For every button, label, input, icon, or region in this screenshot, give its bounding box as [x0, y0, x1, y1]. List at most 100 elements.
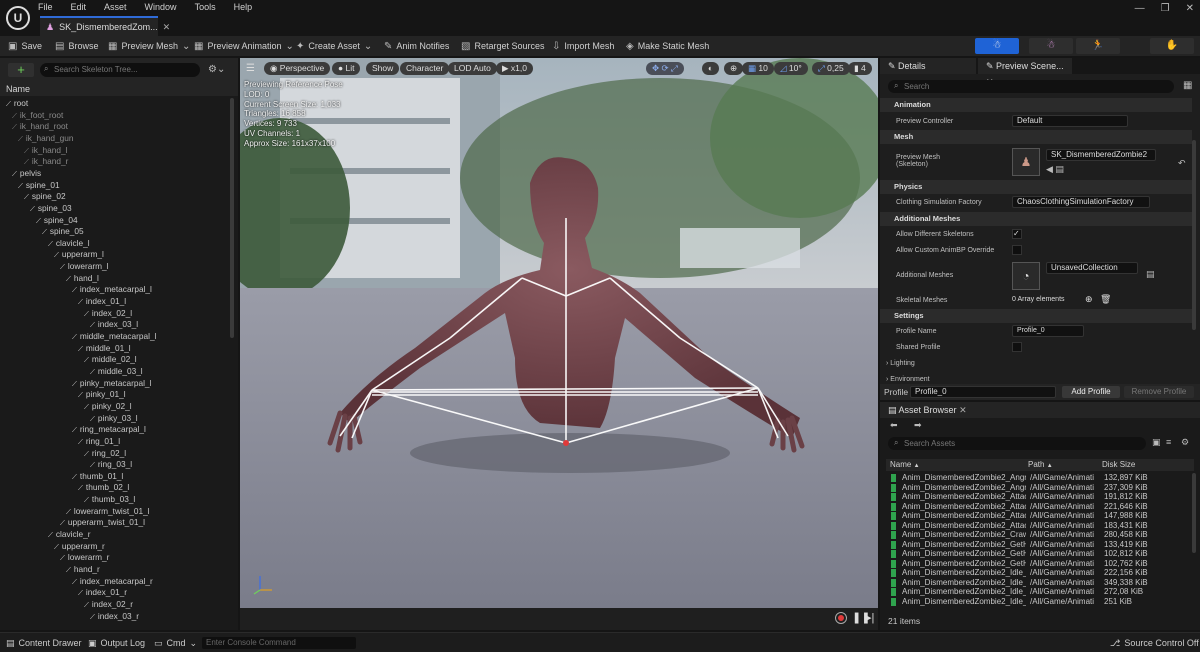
bone-row[interactable]: ⟋ pinky_01_l	[78, 389, 126, 401]
bone-row[interactable]: ⟋ index_01_r	[78, 587, 127, 599]
category-additional-meshes[interactable]: Additional Meshes	[880, 212, 1192, 226]
additional-meshes-combo[interactable]: UnsavedCollection	[1046, 262, 1138, 274]
playback-speed-button[interactable]: ▶ x1,0	[496, 62, 533, 75]
column-name[interactable]: Name ▲	[890, 459, 920, 472]
bone-row[interactable]: ⟋ clavicle_r	[48, 529, 91, 541]
save-button[interactable]: ▣ Save	[8, 36, 42, 56]
record-button[interactable]	[835, 612, 847, 624]
allow-custom-animbp-checkbox[interactable]	[1012, 245, 1022, 255]
category-physics[interactable]: Physics	[880, 180, 1192, 194]
menu-file[interactable]: File	[38, 2, 53, 12]
asset-row[interactable]: Anim_DismemberedZombie2_Angry/All/Game/A…	[888, 473, 1192, 483]
bone-row[interactable]: ⟋ middle_03_l	[90, 366, 143, 378]
viewport[interactable]: ☰ ◉ Perspective ● Lit Show Character LOD…	[240, 58, 878, 608]
bone-row[interactable]: ⟋ index_01_l	[78, 296, 126, 308]
bone-row[interactable]: ⟋ pinky_03_l	[90, 413, 138, 425]
character-button[interactable]: Character	[400, 62, 450, 75]
asset-row[interactable]: Anim_DismemberedZombie2_GetHit/All/Game/…	[888, 559, 1192, 569]
lighting-category[interactable]: › Lighting	[886, 360, 915, 367]
close-tab-icon[interactable]: ✕	[959, 405, 967, 415]
bone-row[interactable]: ⟋ ring_03_l	[90, 459, 132, 471]
category-mesh[interactable]: Mesh	[880, 130, 1192, 144]
forward-arrow-icon[interactable]: ➡	[914, 420, 922, 431]
bone-row[interactable]: ⟋ index_03_r	[90, 611, 139, 623]
cmd-button[interactable]: ▭ Cmd ⌄	[154, 633, 197, 652]
asset-row[interactable]: Anim_DismemberedZombie2_Attack/All/Game/…	[888, 511, 1192, 521]
category-animation[interactable]: Animation	[880, 98, 1192, 112]
browse-icon[interactable]: ▤	[1146, 269, 1155, 280]
bone-row[interactable]: ⟋ middle_02_l	[84, 354, 137, 366]
retarget-sources-button[interactable]: ▧ Retarget Sources	[461, 36, 545, 56]
bone-row[interactable]: ⟋ spine_05	[42, 226, 84, 238]
bone-row[interactable]: ⟋ root	[6, 98, 28, 110]
settings-gear-icon[interactable]: ⚙⌄	[208, 64, 225, 75]
mesh-mode-button[interactable]: ☃	[1029, 38, 1073, 54]
clothing-factory-combo[interactable]: ChaosClothingSimulationFactory	[1012, 196, 1150, 208]
bone-row[interactable]: ⟋ ik_hand_l	[24, 145, 67, 157]
output-log-button[interactable]: ▣ Output Log	[88, 633, 145, 652]
asset-row[interactable]: Anim_DismemberedZombie2_GetHit/All/Game/…	[888, 540, 1192, 550]
bone-row[interactable]: ⟋ upperarm_twist_01_l	[60, 517, 145, 529]
bone-row[interactable]: ⟋ hand_r	[66, 564, 100, 576]
bone-row[interactable]: ⟋ spine_02	[24, 191, 66, 203]
back-arrow-icon[interactable]: ⬅	[890, 420, 898, 431]
asset-search-input[interactable]: Search Assets	[888, 437, 1146, 450]
show-button[interactable]: Show	[366, 62, 400, 75]
bone-row[interactable]: ⟋ index_metacarpal_l	[72, 284, 152, 296]
remove-profile-button[interactable]: Remove Profile	[1124, 386, 1194, 398]
skeleton-mode-button[interactable]: ☃	[975, 38, 1019, 54]
bone-row[interactable]: ⟋ ik_hand_gun	[18, 133, 73, 145]
skip-forward-icon[interactable]: ▸|	[866, 611, 874, 624]
asset-row[interactable]: Anim_DismemberedZombie2_Idle_ /All/Game/A…	[888, 587, 1192, 597]
bone-row[interactable]: ⟋ thumb_03_l	[84, 494, 135, 506]
column-disk-size[interactable]: Disk Size	[1102, 459, 1135, 471]
column-header-name[interactable]: Name	[0, 82, 238, 96]
create-asset-button[interactable]: ✦ Create Asset ⌄	[296, 36, 372, 56]
bone-row[interactable]: ⟋ ik_hand_root	[12, 121, 68, 133]
add-element-icon[interactable]: ⊕	[1085, 294, 1093, 305]
use-selected-icon[interactable]: ◀ ▤	[1046, 164, 1064, 175]
bone-row[interactable]: ⟋ ik_hand_r	[24, 156, 68, 168]
table-view-icon[interactable]: ▦	[1183, 80, 1192, 91]
close-window-icon[interactable]: ✕	[1186, 3, 1194, 14]
bone-row[interactable]: ⟋ spine_03	[30, 203, 72, 215]
bone-row[interactable]: ⟋ middle_01_l	[78, 343, 131, 355]
viewport-menu-icon[interactable]: ☰	[246, 63, 255, 74]
bone-row[interactable]: ⟋ thumb_02_l	[78, 482, 129, 494]
make-static-mesh-button[interactable]: ◈ Make Static Mesh	[626, 36, 709, 56]
camera-speed-button[interactable]: ▮ 4	[848, 62, 872, 75]
preview-mesh-combo[interactable]: SK_DismemberedZombie2	[1046, 149, 1156, 161]
tab-asset-browser[interactable]: ▤ Asset Browser ✕	[880, 402, 976, 418]
bone-row[interactable]: ⟋ pinky_02_l	[84, 401, 132, 413]
preview-animation-button[interactable]: ▦ Preview Animation ⌄	[194, 36, 294, 56]
content-drawer-button[interactable]: ▤ Content Drawer	[6, 633, 82, 652]
additional-meshes-thumbnail[interactable]: ◔	[1012, 262, 1040, 290]
menu-edit[interactable]: Edit	[71, 2, 87, 12]
bone-row[interactable]: ⟋ index_02_l	[84, 308, 132, 320]
asset-row[interactable]: Anim_DismemberedZombie2_Idle_ /All/Game/A…	[888, 578, 1192, 588]
column-path[interactable]: Path ▲	[1028, 459, 1053, 472]
tab-details[interactable]: ✎ Details	[880, 58, 976, 74]
unreal-logo-icon[interactable]: U	[6, 6, 30, 30]
settings-gear-icon[interactable]: ⚙	[1181, 437, 1189, 448]
bone-row[interactable]: ⟋ pelvis	[12, 168, 41, 180]
skeleton-tree-scrollbar[interactable]	[230, 98, 234, 338]
asset-row[interactable]: Anim_DismemberedZombie2_Attack/All/Game/…	[888, 521, 1192, 531]
bone-row[interactable]: ⟋ ik_foot_root	[12, 110, 63, 122]
bone-row[interactable]: ⟋ pinky_metacarpal_l	[72, 378, 151, 390]
profile-name-input[interactable]: Profile_0	[1012, 325, 1084, 337]
maximize-icon[interactable]: ❐	[1161, 3, 1170, 14]
bone-row[interactable]: ⟋ ring_02_l	[84, 448, 126, 460]
asset-row[interactable]: Anim_DismemberedZombie2_Angry/All/Game/A…	[888, 483, 1192, 493]
details-scrollbar[interactable]	[1192, 140, 1196, 330]
bone-row[interactable]: ⟋ thumb_01_l	[72, 471, 123, 483]
transform-tools[interactable]: ✥ ⟳ ⤢	[646, 62, 684, 75]
environment-category[interactable]: › Environment	[886, 376, 930, 383]
browse-button[interactable]: ▤ Browse	[55, 36, 98, 56]
bone-row[interactable]: ⟋ lowerarm_l	[60, 261, 108, 273]
reset-icon[interactable]: ↶	[1178, 158, 1186, 169]
asset-row[interactable]: Anim_DismemberedZombie2_Idle_ /All/Game/A…	[888, 597, 1192, 607]
bone-row[interactable]: ⟋ lowerarm_r	[60, 552, 109, 564]
profile-combo[interactable]: Profile_0	[910, 386, 1056, 398]
lod-button[interactable]: LOD Auto	[448, 62, 497, 75]
